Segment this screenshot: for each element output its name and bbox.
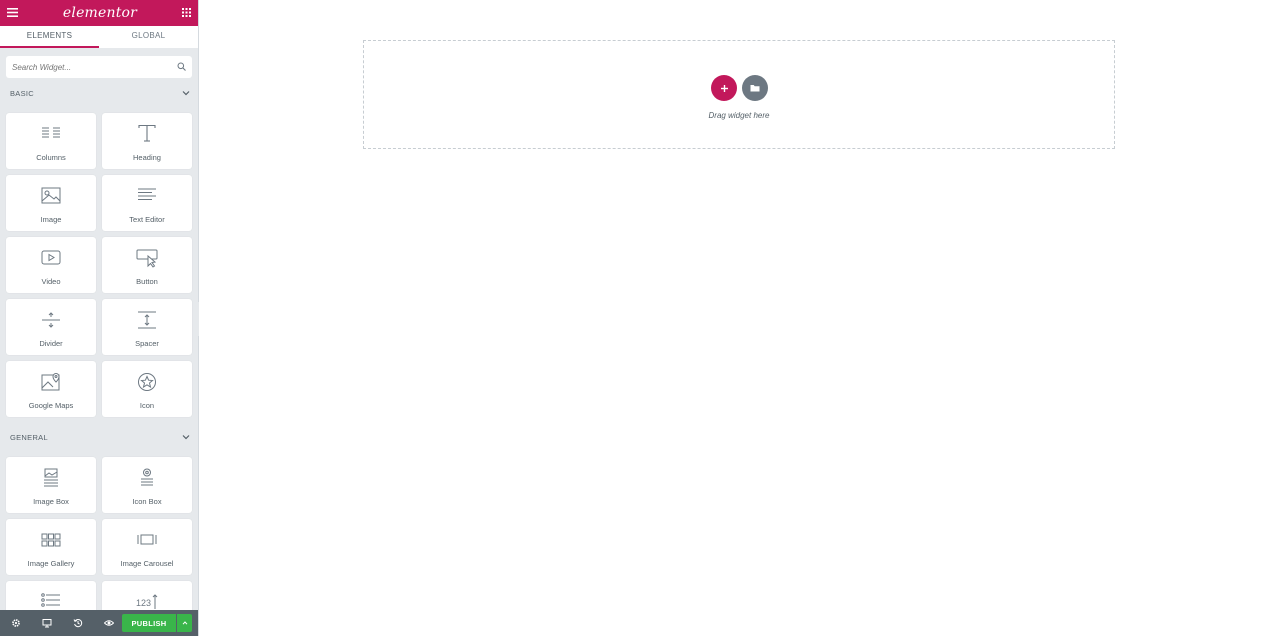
button-icon bbox=[136, 249, 158, 268]
text-editor-icon bbox=[138, 188, 156, 200]
chevron-down-icon[interactable] bbox=[182, 89, 190, 98]
widget-label: Heading bbox=[133, 153, 161, 162]
widget-label: Icon Box bbox=[132, 497, 162, 506]
widget-google-maps[interactable]: Google Maps bbox=[6, 361, 96, 417]
plus-icon bbox=[720, 84, 728, 92]
section-general-header[interactable]: GENERAL bbox=[10, 431, 190, 443]
widget-label: Spacer bbox=[135, 339, 159, 348]
hamburger-icon[interactable] bbox=[7, 4, 18, 22]
elementor-logo: elementor bbox=[62, 5, 138, 21]
widget-label: Text Editor bbox=[129, 215, 165, 224]
empty-section-dropzone[interactable]: Drag widget here bbox=[363, 40, 1115, 149]
widget-image[interactable]: Image bbox=[6, 175, 96, 231]
section-title: BASIC bbox=[10, 88, 35, 98]
section-basic-header[interactable]: BASIC bbox=[10, 87, 190, 99]
divider-icon bbox=[42, 312, 60, 328]
widget-divider[interactable]: Divider bbox=[6, 299, 96, 355]
tab-global[interactable]: GLOBAL bbox=[99, 26, 198, 48]
widget-icon[interactable]: Icon bbox=[102, 361, 192, 417]
widget-label: Icon bbox=[139, 401, 155, 410]
search-icon[interactable] bbox=[177, 58, 186, 76]
widget-label: Google Maps bbox=[28, 401, 74, 410]
widget-label: Divider bbox=[39, 339, 63, 348]
widget-heading[interactable]: Heading bbox=[102, 113, 192, 169]
image-icon bbox=[41, 187, 61, 204]
settings-button[interactable] bbox=[0, 610, 31, 636]
video-icon bbox=[41, 250, 61, 265]
settings-icon bbox=[11, 619, 20, 627]
grid-icon[interactable] bbox=[182, 4, 191, 22]
tab-elements[interactable]: ELEMENTS bbox=[0, 26, 99, 48]
editor-panel: elementor ELEMENTS GLOBAL BASIC bbox=[0, 0, 199, 636]
chevron-down-icon[interactable] bbox=[182, 433, 190, 442]
add-template-button[interactable] bbox=[742, 75, 768, 101]
editor-canvas: Drag widget here bbox=[199, 0, 1280, 636]
widget-columns[interactable]: Columns bbox=[6, 113, 96, 169]
panel-footer: PUBLISH bbox=[0, 610, 198, 636]
publish-options-button[interactable] bbox=[177, 614, 192, 632]
columns-icon bbox=[42, 127, 60, 138]
history-button[interactable] bbox=[62, 610, 93, 636]
widget-text-editor[interactable]: Text Editor bbox=[102, 175, 192, 231]
basic-widgets-grid: Columns Heading Image Text Editor Video bbox=[6, 113, 193, 417]
folder-icon bbox=[750, 85, 760, 92]
google-maps-icon bbox=[41, 372, 60, 391]
widget-image-box[interactable]: Image Box bbox=[6, 457, 96, 513]
widget-image-gallery[interactable]: Image Gallery bbox=[6, 519, 96, 575]
widget-icon-box[interactable]: Icon Box bbox=[102, 457, 192, 513]
add-section-button[interactable] bbox=[711, 75, 737, 101]
panel-header: elementor bbox=[0, 0, 198, 26]
drag-widget-hint: Drag widget here bbox=[708, 111, 770, 120]
widget-label: Image bbox=[40, 215, 62, 224]
panel-tabs: ELEMENTS GLOBAL bbox=[0, 26, 198, 48]
responsive-button[interactable] bbox=[31, 610, 62, 636]
widget-label: Video bbox=[41, 277, 61, 286]
widget-label: Columns bbox=[36, 153, 66, 162]
widget-spacer[interactable]: Spacer bbox=[102, 299, 192, 355]
counter-glyph: 123 bbox=[136, 598, 151, 608]
icon-box-icon bbox=[141, 468, 153, 486]
responsive-icon bbox=[42, 619, 51, 628]
widget-video[interactable]: Video bbox=[6, 237, 96, 293]
widget-image-carousel[interactable]: Image Carousel bbox=[102, 519, 192, 575]
preview-icon bbox=[103, 620, 114, 626]
section-title: GENERAL bbox=[10, 432, 48, 442]
heading-icon bbox=[138, 124, 156, 142]
search-box bbox=[6, 56, 192, 78]
preview-button[interactable] bbox=[93, 610, 124, 636]
widget-button[interactable]: Button bbox=[102, 237, 192, 293]
icon-list-icon bbox=[41, 593, 60, 607]
counter-icon: 123 bbox=[136, 594, 158, 609]
image-box-icon bbox=[44, 468, 58, 487]
history-icon bbox=[73, 619, 82, 628]
widget-label: Button bbox=[136, 277, 158, 286]
widget-label: Image Box bbox=[33, 497, 69, 506]
widget-label: Image Gallery bbox=[27, 559, 75, 568]
chevron-up-icon bbox=[182, 621, 187, 625]
publish-button[interactable]: PUBLISH bbox=[122, 614, 176, 632]
image-gallery-icon bbox=[41, 533, 61, 547]
image-carousel-icon bbox=[137, 534, 157, 545]
star-icon bbox=[138, 373, 156, 391]
widget-label: Image Carousel bbox=[120, 559, 174, 568]
search-input[interactable] bbox=[12, 62, 177, 72]
spacer-icon bbox=[138, 311, 156, 329]
